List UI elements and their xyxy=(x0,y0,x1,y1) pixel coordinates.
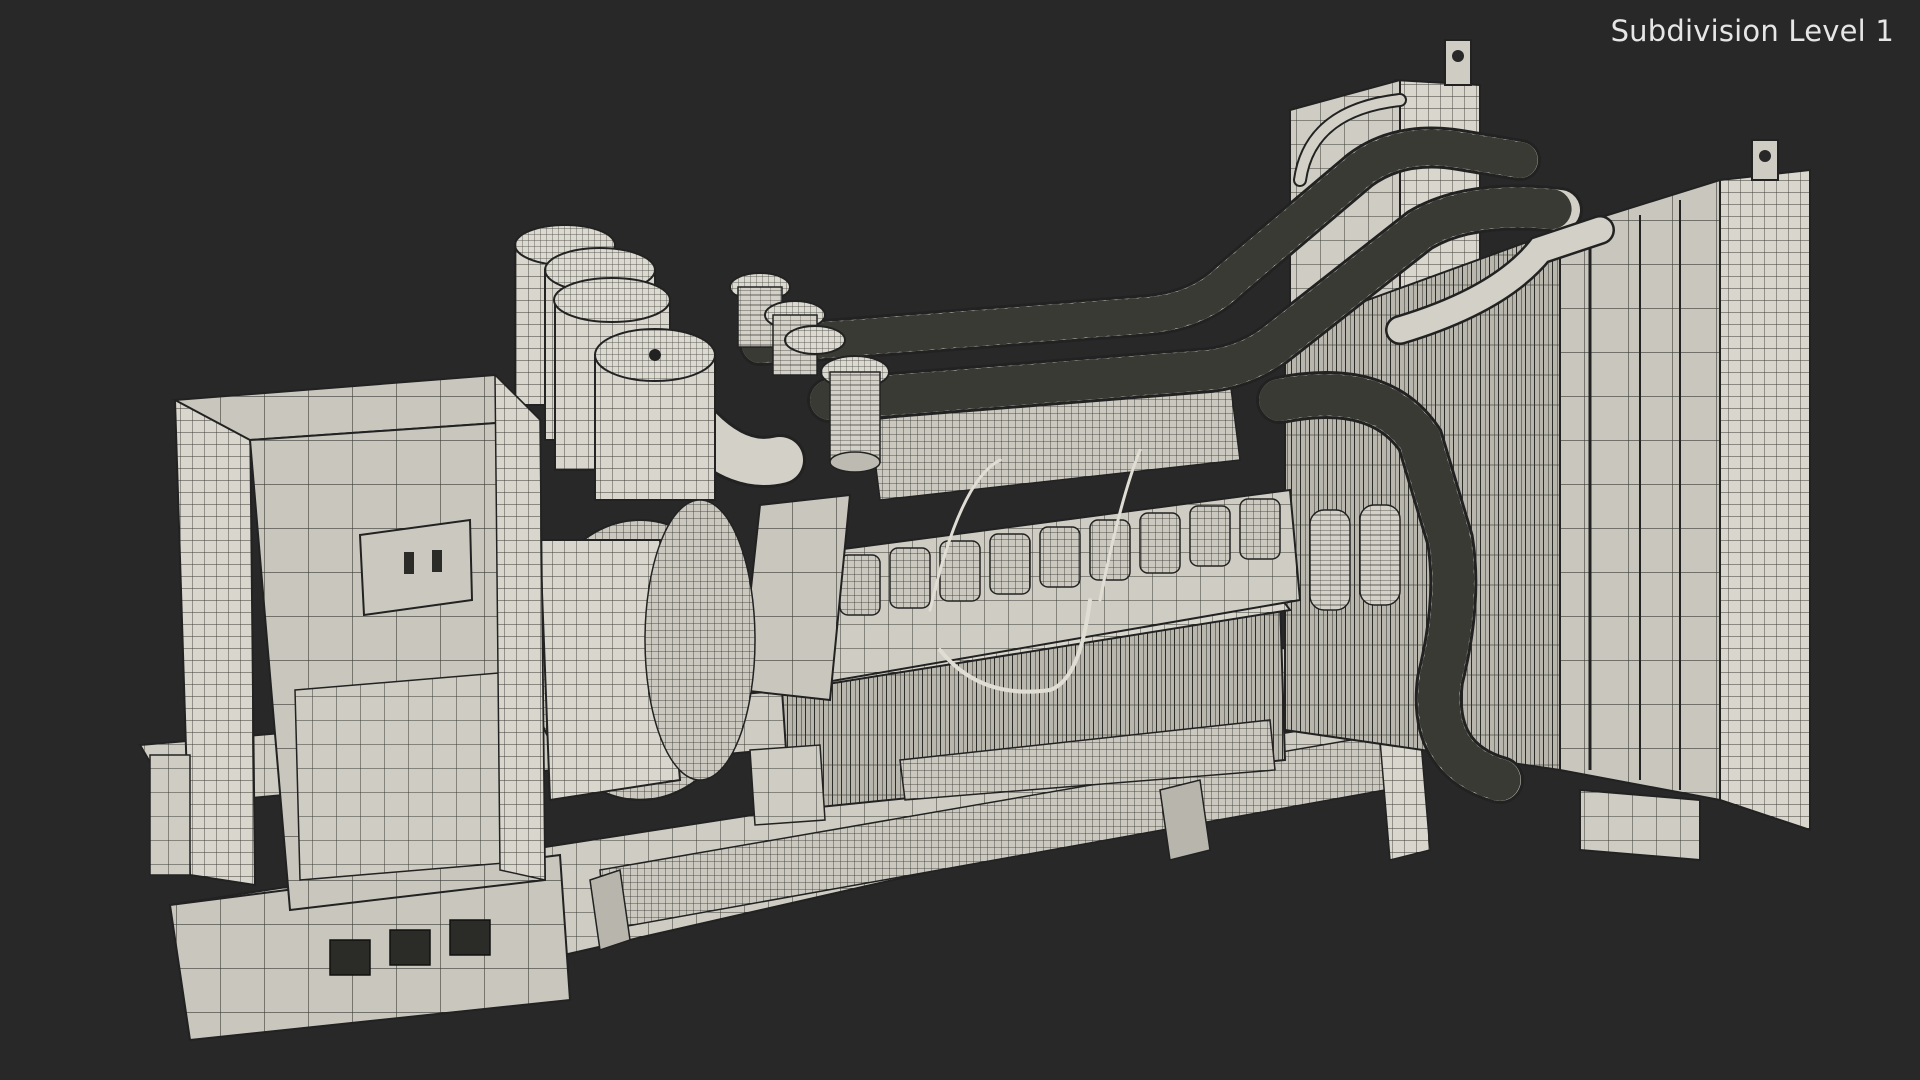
viewport: Subdivision Level 1 xyxy=(0,0,1920,1080)
air-filters xyxy=(514,224,716,501)
generator-wireframe-render xyxy=(138,39,1811,1042)
control-panel-enclosure xyxy=(149,373,547,912)
